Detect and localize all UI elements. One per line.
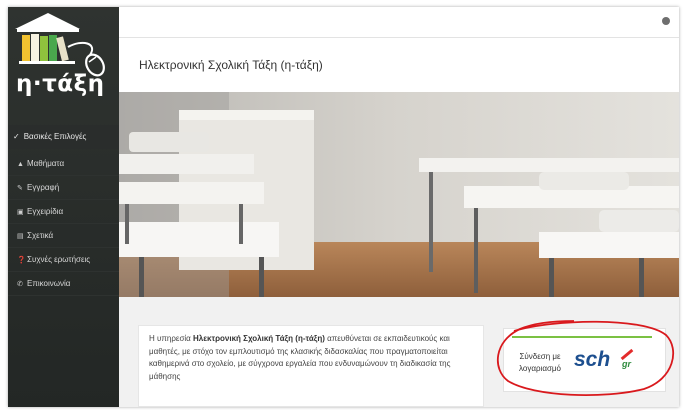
- sidebar: η·τάξη ✓ Βασικές Επιλογές ▲ Μαθήματα ✎ Εγγρ…: [8, 7, 119, 407]
- sch-logo-suffix: gr: [622, 359, 631, 369]
- sidebar-item-label: Συχνές ερωτήσεις: [27, 255, 91, 264]
- classroom-desks-image: [119, 92, 679, 297]
- globe-icon[interactable]: [662, 17, 670, 25]
- logo[interactable]: η·τάξη: [8, 7, 119, 125]
- menu-section-label: Βασικές Επιλογές: [23, 132, 87, 141]
- sidebar-menu: ▲ Μαθήματα ✎ Εγγραφή ▣ Εγχειρίδια ▤ Σχετικά …: [8, 152, 119, 296]
- sidebar-item-label: Εγγραφή: [27, 183, 60, 192]
- logo-text: η·τάξη: [16, 71, 105, 97]
- page-title: Ηλεκτρονική Σχολική Τάξη (η-τάξη): [139, 58, 323, 72]
- menu-section-header[interactable]: ✓ Βασικές Επιλογές: [8, 125, 119, 149]
- sch-logo: sch: [574, 348, 611, 371]
- edit-icon: ✎: [17, 185, 23, 192]
- intro-service-name: Ηλεκτρονική Σχολική Τάξη (η-τάξη): [193, 334, 325, 343]
- login-accent-bar: [512, 336, 652, 338]
- intro-box: Η υπηρεσία Ηλεκτρονική Σχολική Τάξη (η-τ…: [138, 325, 484, 407]
- sidebar-item-label: Εγχειρίδια: [27, 207, 64, 216]
- sidebar-item-label: Μαθήματα: [27, 159, 65, 168]
- main-content: Η υπηρεσία Ηλεκτρονική Σχολική Τάξη (η-τ…: [119, 297, 679, 407]
- graduation-cap-icon: ▲: [17, 161, 24, 168]
- chevron-down-icon: ✓: [13, 132, 20, 141]
- sidebar-item-label: Επικοινωνία: [27, 279, 71, 288]
- sidebar-item-label: Σχετικά: [27, 231, 54, 240]
- sidebar-item-manuals[interactable]: ▣ Εγχειρίδια: [8, 200, 119, 224]
- hero-image: [119, 92, 679, 297]
- file-icon: ▣: [17, 209, 24, 216]
- logo-graphic-icon: [15, 13, 105, 77]
- phone-icon: ✆: [17, 281, 23, 288]
- app-window: η·τάξη ✓ Βασικές Επιλογές ▲ Μαθήματα ✎ Εγγρ…: [8, 7, 679, 407]
- sidebar-item-courses[interactable]: ▲ Μαθήματα: [8, 152, 119, 176]
- sidebar-item-faq[interactable]: ❓Συχνές ερωτήσεις: [8, 248, 119, 272]
- sidebar-item-contact[interactable]: ✆ Επικοινωνία: [8, 272, 119, 296]
- intro-text-before: Η υπηρεσία: [149, 334, 194, 343]
- sidebar-item-registration[interactable]: ✎ Εγγραφή: [8, 176, 119, 200]
- title-bar: Ηλεκτρονική Σχολική Τάξη (η-τάξη): [119, 38, 679, 92]
- login-label: Σύνδεση με λογαριασμό: [519, 352, 561, 373]
- top-bar: [119, 7, 679, 38]
- question-circle-icon: ❓: [17, 257, 26, 264]
- sch-login-button[interactable]: Σύνδεση με λογαριασμό sch gr: [503, 328, 666, 392]
- credit-card-icon: ▤: [17, 233, 24, 240]
- sidebar-item-about[interactable]: ▤ Σχετικά: [8, 224, 119, 248]
